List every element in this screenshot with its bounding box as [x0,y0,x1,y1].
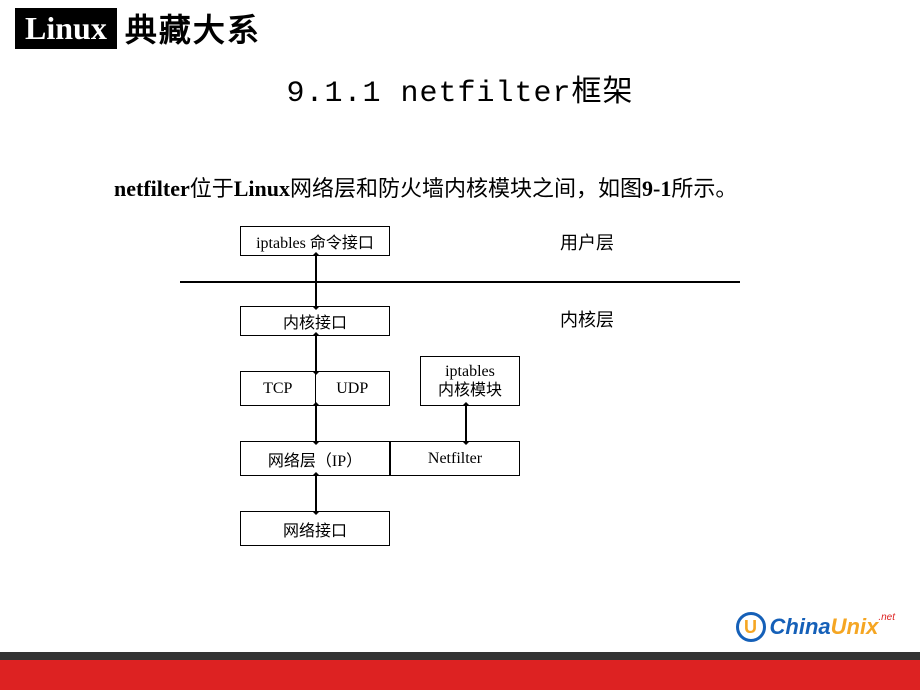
logo-net: .net [878,612,895,623]
box-net-iface: 网络接口 [240,511,390,546]
box-tcp: TCP [241,372,316,405]
logo-china: China [770,614,831,639]
label-user-layer: 用户层 [560,229,614,255]
footer-dark-bar [0,652,920,660]
box-udp: UDP [316,372,390,405]
logo-u-icon: U [736,612,766,642]
box-ip-layer: 网络层（IP） [240,441,390,476]
architecture-diagram: iptables 命令接口 用户层 内核层 内核接口 TCP UDP iptab… [180,226,740,566]
header-banner: Linux 典藏大系 [0,0,920,51]
linux-badge: Linux [15,8,117,49]
arrow-cmd-kernel [315,256,317,306]
arrow-tcp-ip [315,406,317,441]
logo-unix: Unix [831,614,879,639]
body-text: netfilter位于Linux网络层和防火墙内核模块之间，如图9-1所示。 [70,171,850,206]
box-iptables-module: iptables 内核模块 [420,356,520,406]
layer-separator [180,281,740,283]
fig-ref: 9-1 [642,176,671,201]
footer-red-bar [0,660,920,690]
term-netfilter: netfilter [114,176,190,201]
chinaunix-logo: U ChinaUnix .net [736,612,896,642]
arrow-ip-netiface [315,476,317,511]
arrow-kernel-tcp [315,336,317,371]
term-linux: Linux [234,176,290,201]
arrow-mod-netfilter [465,406,467,441]
series-title: 典藏大系 [125,5,261,51]
box-netfilter: Netfilter [390,441,520,476]
label-kernel-layer: 内核层 [560,306,614,332]
box-tcp-udp: TCP UDP [240,371,390,406]
slide-title: 9.1.1 netfilter框架 [0,66,920,111]
